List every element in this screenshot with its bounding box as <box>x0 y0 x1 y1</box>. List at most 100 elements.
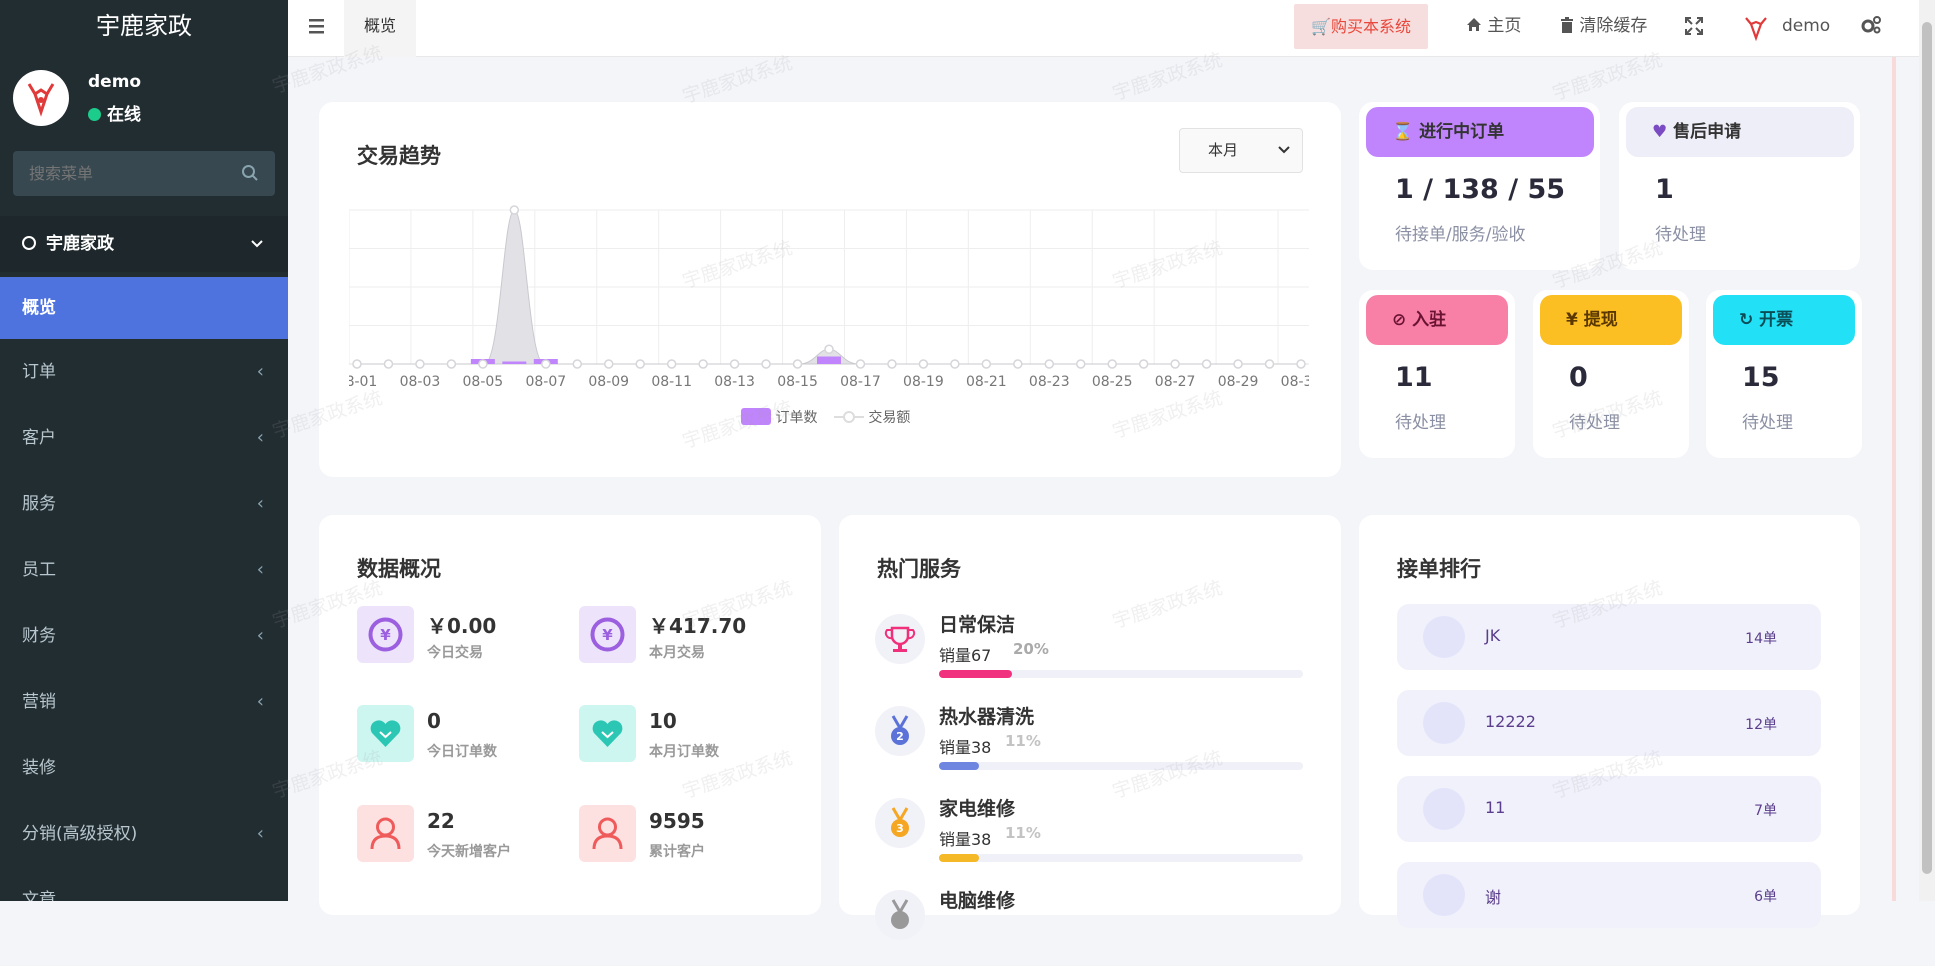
buy-system-button[interactable]: 🛒购买本系统 <box>1294 4 1428 49</box>
menu-search[interactable] <box>13 151 275 196</box>
sidebar-item-6[interactable]: 营销 ‹ <box>0 669 288 735</box>
withdraw-card[interactable]: ¥ 提现 0 待处理 <box>1533 290 1689 458</box>
hot-service-sales: 销量38 <box>939 830 992 849</box>
deer-logo-icon <box>27 83 55 117</box>
after-sale-value: 1 <box>1655 174 1674 205</box>
after-sale-card[interactable]: ♥ 售后申请 1 待处理 <box>1619 102 1860 270</box>
x-tick-label: 08-27 <box>1155 374 1196 390</box>
avatar <box>1423 788 1465 830</box>
ranking-row[interactable]: JK 14单 <box>1397 604 1821 670</box>
clear-cache-link[interactable]: 清除缓存 <box>1560 0 1647 52</box>
hot-service-item[interactable]: 日常保洁 销量67 20% <box>875 610 1303 690</box>
ranking-row[interactable]: 11 7单 <box>1397 776 1821 842</box>
tab-overview[interactable]: 概览 <box>344 0 416 57</box>
user-panel: demo 在线 <box>0 52 288 142</box>
series-amount-point <box>1013 359 1023 369</box>
search-icon[interactable] <box>241 164 259 182</box>
home-icon <box>1467 18 1481 31</box>
trash-icon <box>1561 17 1573 33</box>
ranking-name: 11 <box>1485 798 1506 817</box>
x-tick-label: 08-11 <box>651 374 692 390</box>
hamburger-icon[interactable] <box>308 14 326 38</box>
hot-services-title: 热门服务 <box>877 557 961 581</box>
user-name: demo <box>88 72 142 92</box>
sidebar-item-8[interactable]: 分销(高级授权) ‹ <box>0 801 288 867</box>
month-orders-label: 本月订单数 <box>649 744 719 760</box>
chevron-left-icon: ‹ <box>256 427 264 448</box>
ranking-row[interactable]: 谢 6单 <box>1397 862 1821 928</box>
home-link[interactable]: 主页 <box>1466 0 1521 52</box>
hot-service-sales: 销量67 <box>939 646 992 665</box>
sidebar-item-9[interactable]: 文章 <box>0 867 288 901</box>
sidebar-item-3[interactable]: 服务 ‹ <box>0 471 288 537</box>
today-orders-label: 今日订单数 <box>427 744 497 760</box>
series-orders-bar <box>817 356 841 364</box>
user-icon <box>579 805 636 862</box>
sidebar-item-4[interactable]: 员工 ‹ <box>0 537 288 603</box>
overview-card: 数据概况 ¥ ￥0.00 今日交易 ¥ ￥417.70 本月交易 0 今日订单数… <box>319 515 821 915</box>
brand-title[interactable]: 宇鹿家政 <box>0 0 288 52</box>
series-amount-point <box>352 359 362 369</box>
menu-root-label: 宇鹿家政 <box>46 234 114 254</box>
chevron-down-icon <box>251 240 263 248</box>
in-progress-label: 进行中订单 <box>1419 122 1505 142</box>
sidebar-item-label: 概览 <box>22 298 56 318</box>
series-amount-point <box>478 359 488 369</box>
series-amount-point <box>918 359 929 369</box>
medal-2-icon: 2 <box>875 706 925 756</box>
hot-service-pct: 11% <box>1005 732 1041 750</box>
hot-services-card: 热门服务 日常保洁 销量67 20% 2 热水器清洗 销量38 11% 3 家电维修 销量38 11… <box>839 515 1341 940</box>
scrollbar[interactable] <box>1919 0 1935 901</box>
user-icon <box>357 805 414 862</box>
sidebar-item-7[interactable]: 装修 <box>0 735 288 801</box>
invoice-card[interactable]: ↻ 开票 15 待处理 <box>1706 290 1862 458</box>
hot-service-item[interactable]: 3 家电维修 销量38 11% <box>875 794 1303 874</box>
trophy-icon <box>875 614 925 664</box>
settings-icon[interactable] <box>1860 15 1882 35</box>
sidebar-item-0[interactable]: 概览 <box>0 277 288 339</box>
today-new-customers-value: 22 <box>427 809 455 833</box>
overview-title: 数据概况 <box>357 557 441 581</box>
series-amount-point <box>415 359 425 369</box>
after-sale-sub: 待处理 <box>1655 225 1706 245</box>
heart-hand-icon: ♥ <box>1652 122 1668 142</box>
x-tick-label: 08-07 <box>525 374 566 390</box>
avatar <box>1423 874 1465 916</box>
chevron-left-icon: ‹ <box>256 493 264 514</box>
today-orders-value: 0 <box>427 709 441 733</box>
ranking-count: 12单 <box>1745 717 1777 733</box>
x-tick-label: 08-13 <box>714 374 755 390</box>
hot-service-progress <box>939 670 1303 678</box>
sidebar-item-label: 服务 <box>22 494 56 514</box>
menu-root[interactable]: 宇鹿家政 <box>0 216 288 272</box>
today-trade-label: 今日交易 <box>427 645 483 661</box>
check-circle-icon: ⊘ <box>1392 310 1407 330</box>
after-sale-label: 售后申请 <box>1673 122 1742 142</box>
in-progress-pill: ⌛ 进行中订单 <box>1366 107 1594 157</box>
menu-search-input[interactable] <box>13 151 233 196</box>
medal-3-icon: 3 <box>875 798 925 848</box>
ranking-row[interactable]: 12222 12单 <box>1397 690 1821 756</box>
deer-logo-icon <box>1745 17 1767 42</box>
x-tick-label: 08-15 <box>777 374 818 390</box>
settle-card[interactable]: ⊘ 入驻 11 待处理 <box>1359 290 1515 458</box>
x-tick-label: 08-05 <box>463 374 504 390</box>
sidebar-item-5[interactable]: 财务 ‹ <box>0 603 288 669</box>
period-select[interactable]: 本月 <box>1179 128 1303 173</box>
hot-service-item[interactable]: 2 热水器清洗 销量38 11% <box>875 702 1303 782</box>
heart-icon <box>357 705 414 762</box>
today-trade-value: ￥0.00 <box>427 614 497 638</box>
in-progress-card[interactable]: ⌛ 进行中订单 1 / 138 / 55 待接单/服务/验收 <box>1359 102 1600 270</box>
after-sale-pill: ♥ 售后申请 <box>1626 107 1854 157</box>
fullscreen-icon[interactable] <box>1685 17 1703 35</box>
scrollbar-thumb[interactable] <box>1922 22 1932 874</box>
user-menu[interactable]: demo <box>1782 0 1830 52</box>
hot-service-item[interactable]: 电脑维修 <box>875 886 1303 966</box>
clear-cache-label: 清除缓存 <box>1579 16 1648 36</box>
sidebar-item-2[interactable]: 客户 ‹ <box>0 405 288 471</box>
sidebar-item-1[interactable]: 订单 ‹ <box>0 339 288 405</box>
chevron-down-icon <box>1278 146 1290 154</box>
series-amount-point <box>635 359 645 369</box>
sidebar-item-label: 营销 <box>22 692 56 712</box>
ranking-count: 7单 <box>1754 803 1777 819</box>
